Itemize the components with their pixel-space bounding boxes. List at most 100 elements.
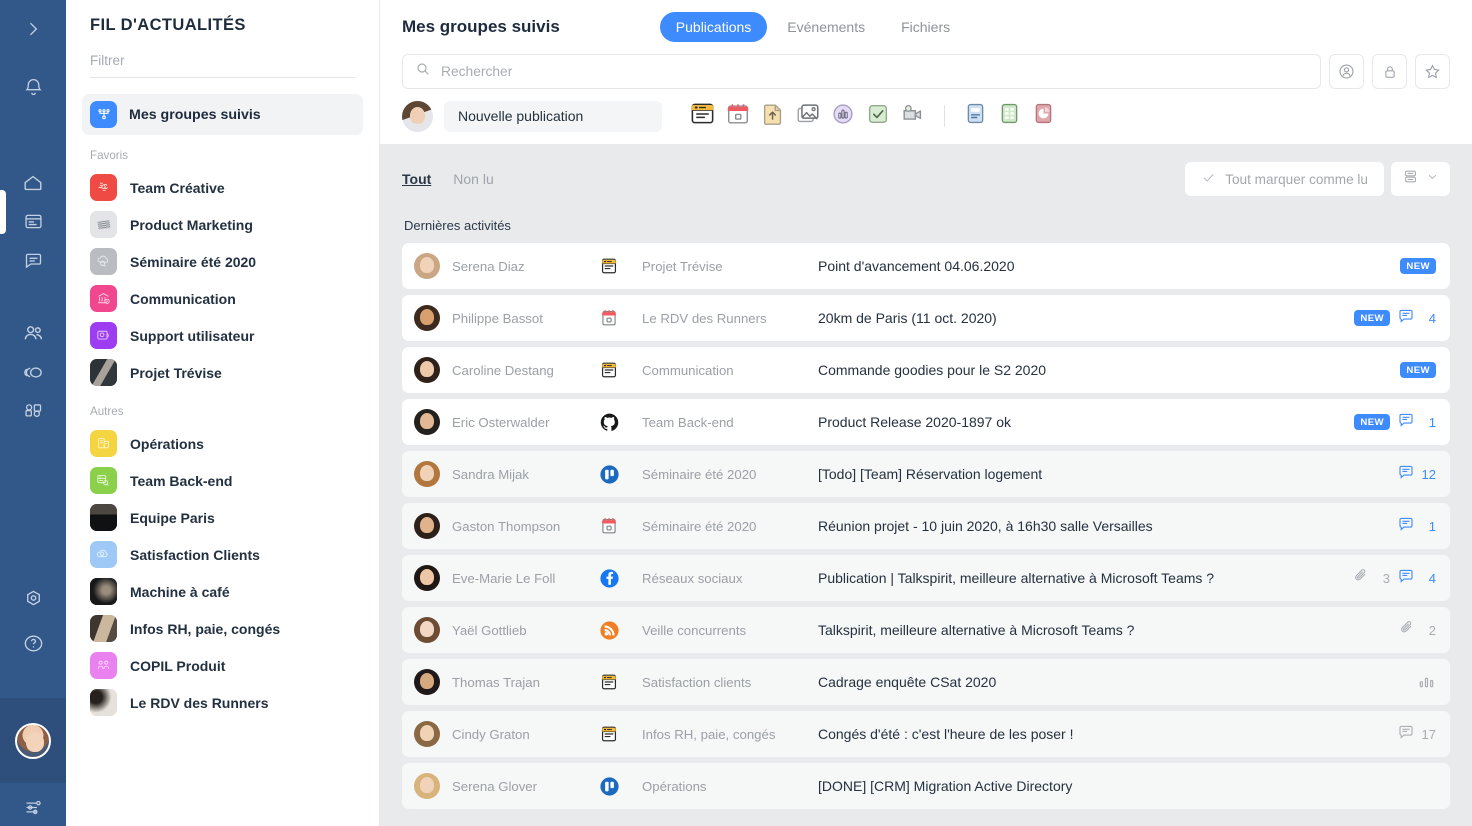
table-row[interactable]: Serena Diaz Projet Trévise Point d'avancem… [402, 243, 1450, 289]
image-icon[interactable] [795, 101, 821, 132]
activity-title: Talkspirit, meilleure alternative à Micr… [818, 622, 1135, 638]
groups-icon[interactable] [13, 354, 53, 391]
sidebar-item-label: Projet Trévise [130, 364, 222, 381]
activity-author: Yaël Gottlieb [452, 622, 527, 638]
sidebar-item-communication[interactable]: Communication [80, 280, 365, 317]
layout-switch-button[interactable] [1391, 162, 1450, 196]
sidebar-item-seminaire-ete-2020[interactable]: Séminaire été 2020 [80, 243, 365, 280]
attachment-count: 2 [1398, 619, 1436, 641]
sidebar-item-infos-rh[interactable]: Infos RH, paie, congés [80, 610, 365, 647]
task-icon[interactable] [865, 101, 891, 132]
settings-icon[interactable] [13, 580, 53, 617]
sidebar-item-support-utilisateur[interactable]: Support utilisateur [80, 317, 365, 354]
sidebar-item-operations[interactable]: Opérations [80, 425, 365, 462]
help-icon[interactable] [13, 625, 53, 662]
github-icon [598, 411, 620, 433]
trello-icon [598, 463, 620, 485]
cloud-search-icon [90, 248, 117, 275]
table-row[interactable]: Eve-Marie Le Foll Réseaux sociaux Publicat… [402, 555, 1450, 601]
table-row[interactable]: Yaël Gottlieb Veille concurrents Talkspiri… [402, 607, 1450, 653]
sidebar-item-copil-produit[interactable]: COPIL Produit [80, 647, 365, 684]
calendar-icon [598, 307, 620, 329]
sidebar-item-projet-trevise[interactable]: Projet Trévise [80, 354, 365, 391]
newsfeed-icon[interactable] [13, 203, 53, 240]
team-icon [90, 652, 117, 679]
members-icon[interactable] [1329, 54, 1364, 89]
activity-list: Serena Diaz Projet Trévise Point d'avancem… [380, 243, 1472, 809]
lock-icon[interactable] [1372, 54, 1407, 89]
table-row[interactable]: Caroline Destang Communication Commande go… [402, 347, 1450, 393]
tab-fichiers[interactable]: Fichiers [885, 12, 966, 42]
spreadsheet-icon[interactable] [997, 101, 1022, 131]
activity-meta: NEW 1 [1354, 411, 1436, 434]
comment-icon [1397, 307, 1415, 330]
filter-tout[interactable]: Tout [402, 171, 431, 187]
composer-row: Nouvelle publication [402, 100, 1450, 132]
activity-title: Congés d'été : c'est l'heure de les pose… [818, 726, 1074, 742]
filter-non-lu[interactable]: Non lu [453, 171, 493, 187]
sidebar-item-label: Infos RH, paie, congés [130, 620, 281, 637]
activity-title: [DONE] [CRM] Migration Active Directory [818, 778, 1073, 794]
activity-group: Team Back-end [642, 414, 734, 430]
table-row[interactable]: Eric Osterwalder Team Back-end Product Rel… [402, 399, 1450, 445]
search-input[interactable] [441, 64, 1308, 79]
rss-icon [598, 619, 620, 641]
star-icon[interactable] [1415, 54, 1450, 89]
comment-count: 4 [1397, 307, 1436, 330]
sidebar-item-equipe-paris[interactable]: Equipe Paris [80, 499, 365, 536]
bank-icon [90, 285, 117, 312]
sidebar-section-favoris-label: Favoris [90, 149, 129, 162]
avatar [414, 253, 440, 279]
home-icon[interactable] [13, 164, 53, 201]
rail-user-avatar-container[interactable] [0, 698, 66, 784]
activity-group: Le RDV des Runners [642, 310, 767, 326]
preferences-sliders-icon[interactable] [13, 789, 53, 826]
expand-chevron-icon[interactable] [13, 10, 53, 47]
layout-list-icon [1402, 168, 1419, 190]
sidebar-item-satisfaction-clients[interactable]: Satisfaction Clients [80, 536, 365, 573]
presentation-icon[interactable] [1031, 101, 1056, 131]
mark-all-read-button[interactable]: Tout marquer comme lu [1185, 162, 1384, 196]
trello-icon [598, 775, 620, 797]
bell-icon[interactable] [13, 69, 53, 106]
video-icon[interactable] [900, 101, 926, 132]
content-tabs: Publications Evénements Fichiers [659, 12, 966, 42]
file-upload-icon[interactable] [760, 101, 786, 132]
poll-icon[interactable] [830, 101, 856, 132]
avatar[interactable] [15, 722, 51, 759]
filter-input[interactable] [90, 49, 355, 78]
activity-title: Commande goodies pour le S2 2020 [818, 362, 1047, 378]
comment-icon [1397, 411, 1415, 434]
activity-group: Opérations [642, 778, 707, 794]
sidebar-item-mes-groupes-suivis[interactable]: Mes groupes suivis [82, 94, 363, 135]
photo-icon [90, 504, 117, 531]
sidebar-item-team-creative[interactable]: Team Créative [80, 169, 365, 206]
photo-icon [90, 359, 117, 386]
sidebar-item-product-marketing[interactable]: Product Marketing [80, 206, 365, 243]
chat-icon[interactable] [13, 242, 53, 279]
new-publication-input[interactable]: Nouvelle publication [444, 100, 662, 132]
search-icon [415, 61, 431, 82]
paperclip-icon [1398, 619, 1415, 641]
table-row[interactable]: Thomas Trajan Satisfaction clients Cadrage… [402, 659, 1450, 705]
sidebar-item-team-back-end[interactable]: Team Back-end [80, 462, 365, 499]
apps-icon[interactable] [13, 393, 53, 430]
sidebar-item-le-rdv-des-runners[interactable]: Le RDV des Runners [80, 684, 365, 721]
divider [944, 105, 945, 127]
table-row[interactable]: Sandra Mijak Séminaire été 2020 [Todo] [Te… [402, 451, 1450, 497]
tab-evenements[interactable]: Evénements [771, 12, 881, 42]
sidebar-item-label: Team Créative [130, 179, 225, 196]
activity-meta: 17 [1397, 723, 1436, 746]
sidebar-item-machine-a-cafe[interactable]: Machine à café [80, 573, 365, 610]
table-row[interactable]: Serena Glover Opérations [DONE] [CRM] Migr… [402, 763, 1450, 809]
people-icon[interactable] [13, 315, 53, 352]
table-row[interactable]: Cindy Graton Infos RH, paie, congés Congés… [402, 711, 1450, 757]
event-calendar-icon[interactable] [725, 101, 751, 132]
table-row[interactable]: Gaston Thompson Séminaire été 2020 Réunion… [402, 503, 1450, 549]
activity-author: Sandra Mijak [452, 466, 529, 482]
article-icon[interactable] [689, 100, 716, 132]
note-icon[interactable] [963, 101, 988, 131]
table-row[interactable]: Philippe Bassot Le RDV des Runners 20km de… [402, 295, 1450, 341]
tab-publications[interactable]: Publications [659, 12, 768, 42]
search-container[interactable] [402, 54, 1321, 89]
